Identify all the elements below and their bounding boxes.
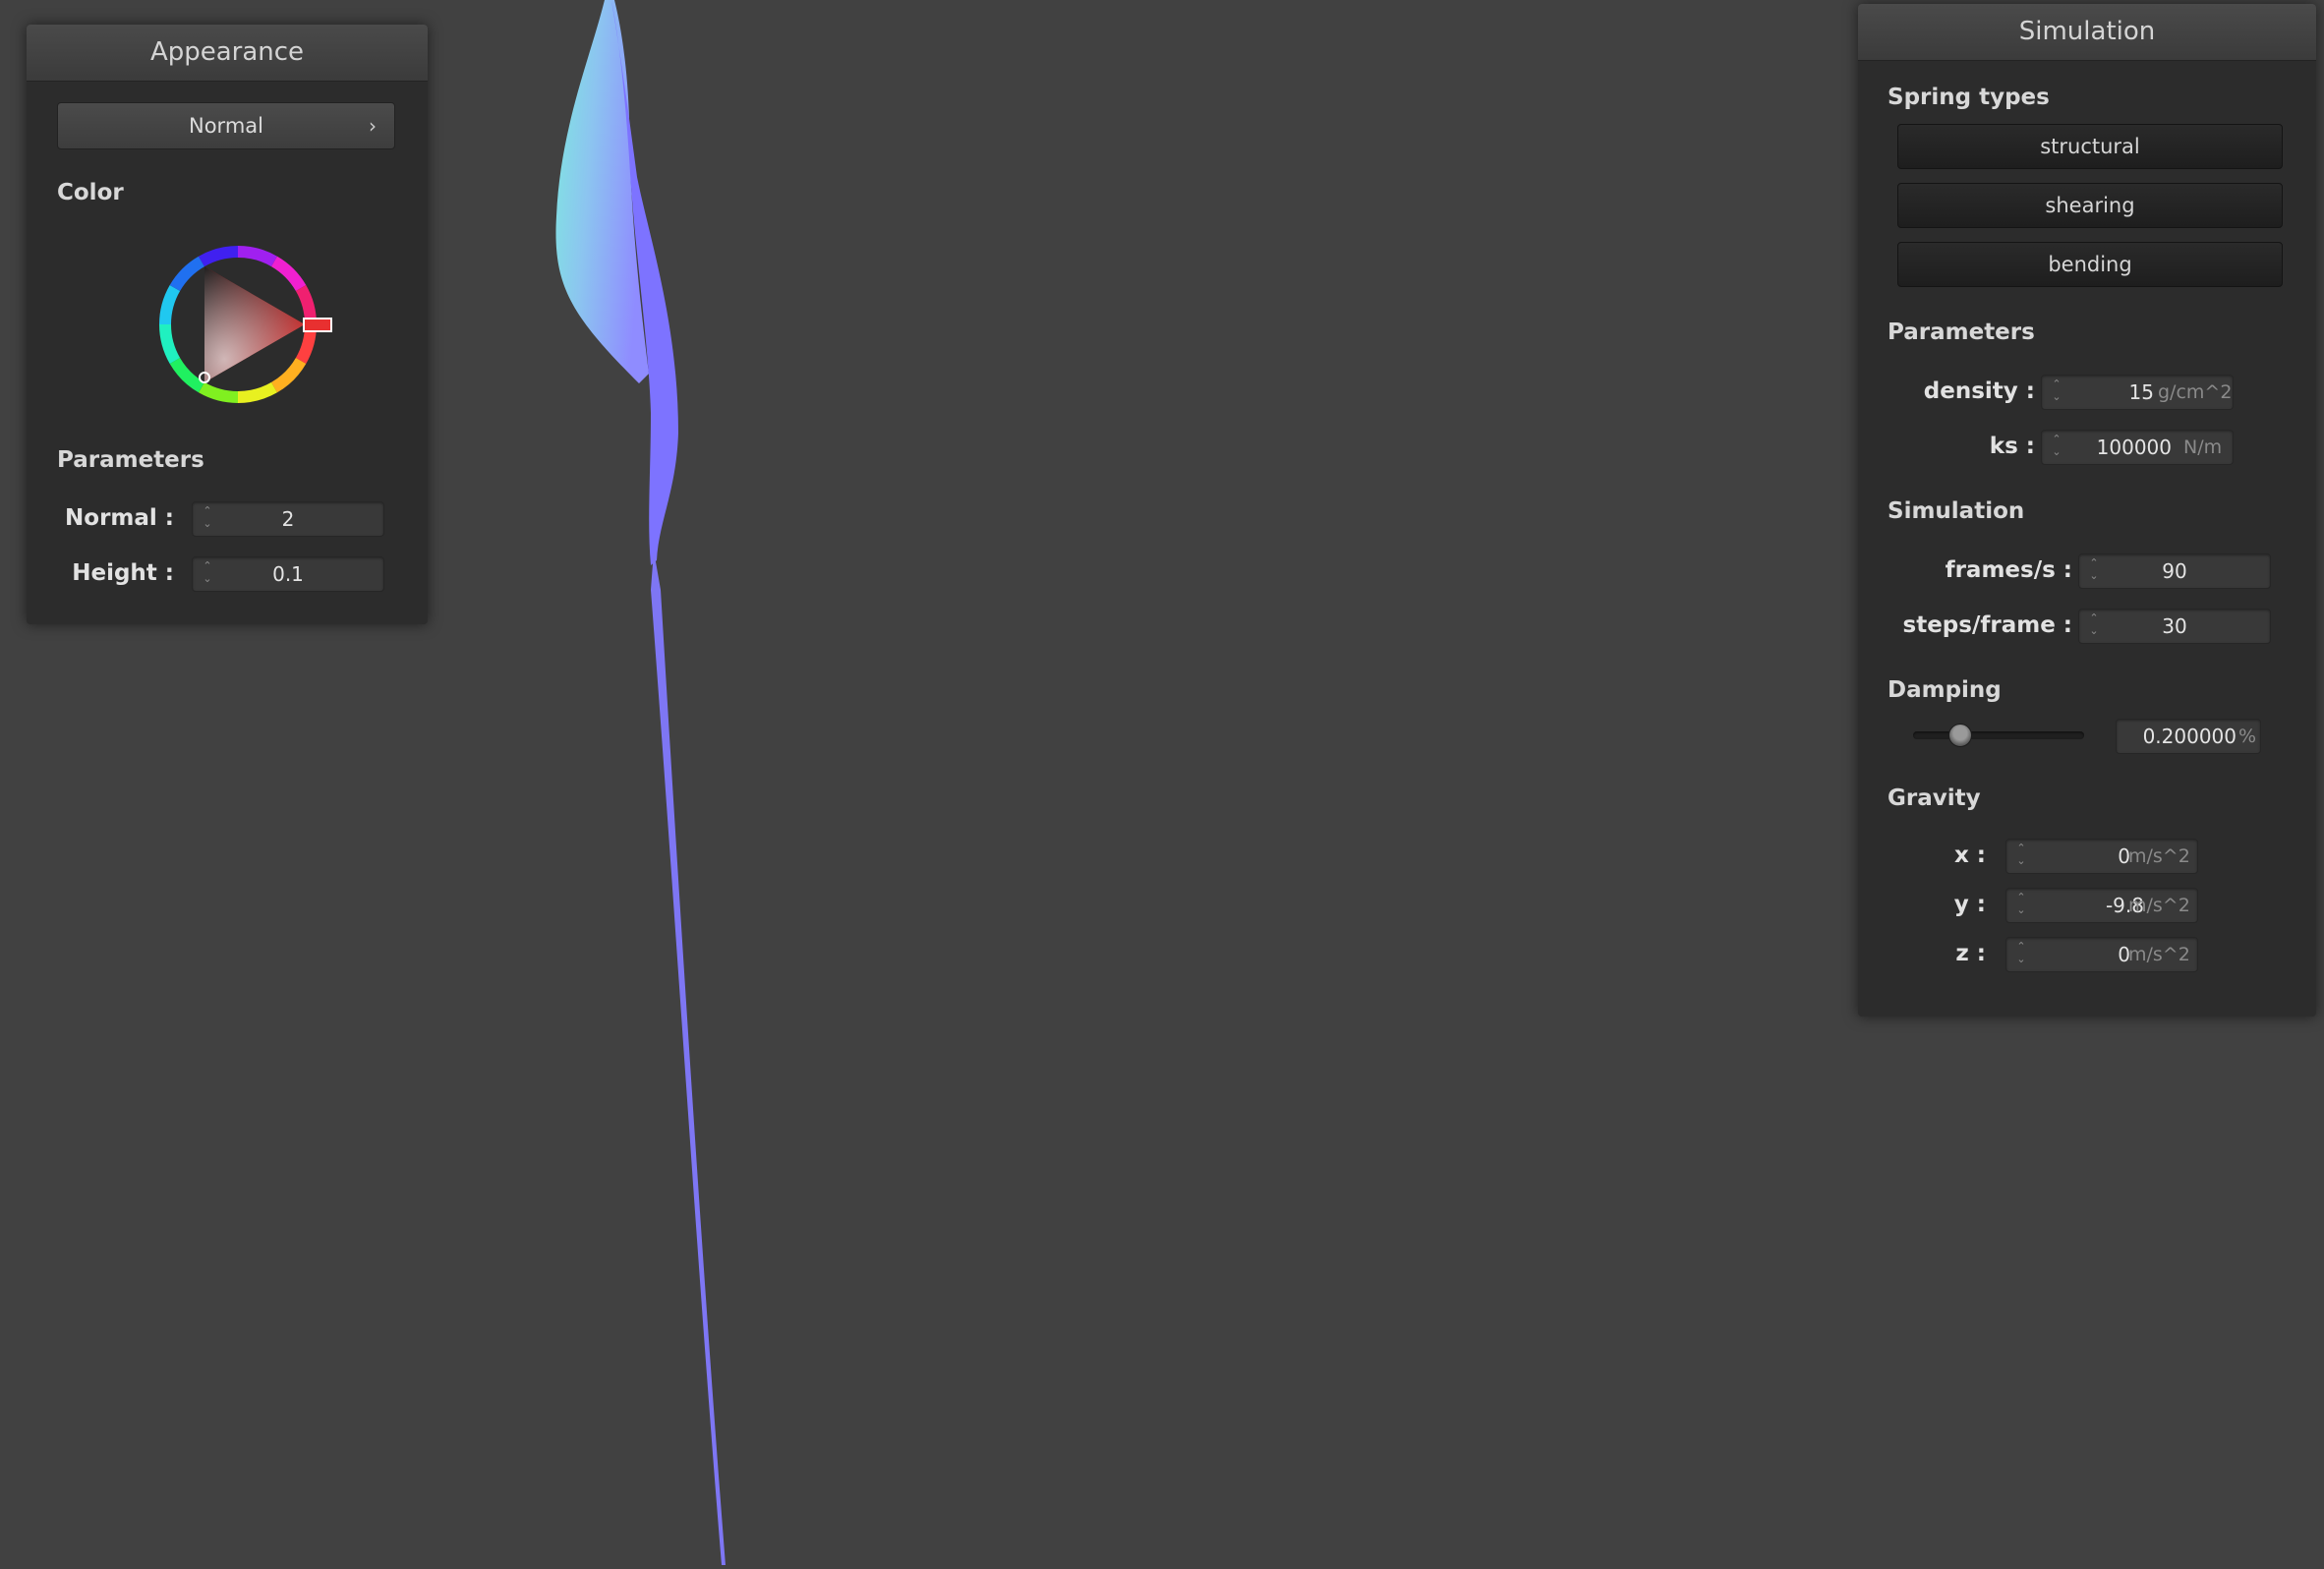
spin-arrows-icon[interactable]: ⌃ ⌄ — [201, 504, 214, 534]
density-spinbox[interactable]: ⌃ ⌄ 15 g/cm^2 — [2041, 375, 2234, 410]
appearance-title[interactable]: Appearance — [27, 25, 428, 82]
shader-select-label: Normal — [189, 114, 263, 138]
ks-unit: N/m — [2183, 436, 2223, 458]
density-unit: g/cm^2 — [2158, 381, 2233, 403]
gravity-x-value: 0 — [2118, 844, 2130, 868]
gravity-y-label: y : — [1953, 892, 1986, 917]
color-triangle — [204, 266, 305, 382]
chevron-right-icon: › — [369, 114, 377, 138]
sim-parameters-label: Parameters — [1888, 320, 2035, 345]
steps-label: steps/frame : — [1902, 612, 2072, 638]
damping-value: 0.200000 — [2142, 725, 2237, 748]
spin-arrows-icon[interactable]: ⌃ ⌄ — [2014, 842, 2028, 871]
gravity-z-unit: m/s^2 — [2128, 944, 2190, 965]
spin-arrows-icon[interactable]: ⌃ ⌄ — [2014, 940, 2028, 969]
spin-arrows-icon[interactable]: ⌃ ⌄ — [2087, 611, 2101, 641]
shader-select-button[interactable]: Normal › — [57, 102, 395, 149]
damping-field[interactable]: 0.200000 % — [2116, 719, 2261, 754]
gravity-x-label: x : — [1953, 843, 1986, 868]
spin-arrows-icon[interactable]: ⌃ ⌄ — [201, 559, 214, 589]
normal-spinbox[interactable]: ⌃ ⌄ 2 — [192, 501, 384, 537]
appearance-panel: Appearance Normal › Color Parameters Nor… — [27, 25, 428, 624]
spin-arrows-icon[interactable]: ⌃ ⌄ — [2087, 556, 2101, 586]
ks-spinbox[interactable]: ⌃ ⌄ 100000 N/m — [2041, 430, 2234, 465]
height-spinbox[interactable]: ⌃ ⌄ 0.1 — [192, 556, 384, 592]
steps-value: 30 — [2162, 614, 2187, 638]
structural-button[interactable]: structural — [1897, 124, 2283, 169]
damping-unit: % — [2238, 726, 2257, 747]
gravity-z-label: z : — [1955, 941, 1986, 966]
damping-slider-track[interactable] — [1913, 731, 2084, 739]
spin-arrows-icon[interactable]: ⌃ ⌄ — [2050, 378, 2063, 407]
gravity-z-value: 0 — [2118, 943, 2130, 966]
ks-value: 100000 — [2096, 436, 2172, 459]
shearing-button[interactable]: shearing — [1897, 183, 2283, 228]
color-wheel[interactable] — [140, 226, 336, 423]
height-label: Height : — [72, 560, 174, 586]
fps-spinbox[interactable]: ⌃ ⌄ 90 — [2078, 553, 2271, 589]
gravity-x-unit: m/s^2 — [2128, 845, 2190, 867]
simulation-section-label: Simulation — [1888, 498, 2025, 524]
damping-slider-knob[interactable] — [1947, 724, 1972, 747]
density-label: density : — [1923, 378, 2035, 404]
fps-value: 90 — [2162, 559, 2187, 583]
hue-marker — [303, 318, 332, 332]
ks-label: ks : — [1989, 434, 2035, 459]
normal-value: 2 — [281, 507, 295, 531]
normal-label: Normal : — [65, 505, 174, 531]
gravity-z-spinbox[interactable]: ⌃ ⌄ 0 m/s^2 — [2005, 937, 2198, 972]
gravity-label: Gravity — [1888, 785, 1981, 811]
color-section-label: Color — [57, 180, 124, 205]
simulation-title[interactable]: Simulation — [1858, 4, 2316, 61]
bending-button[interactable]: bending — [1897, 242, 2283, 287]
spin-arrows-icon[interactable]: ⌃ ⌄ — [2014, 891, 2028, 920]
appearance-parameters-label: Parameters — [57, 447, 204, 473]
gravity-x-spinbox[interactable]: ⌃ ⌄ 0 m/s^2 — [2005, 839, 2198, 874]
density-value: 15 — [2128, 380, 2154, 404]
fps-label: frames/s : — [1945, 557, 2072, 583]
gravity-y-spinbox[interactable]: ⌃ ⌄ -9.8 m/s^2 — [2005, 888, 2198, 923]
simulation-panel: Simulation Spring types structural shear… — [1858, 4, 2316, 1017]
gravity-y-unit: m/s^2 — [2128, 895, 2190, 916]
damping-label: Damping — [1888, 677, 2002, 703]
steps-spinbox[interactable]: ⌃ ⌄ 30 — [2078, 609, 2271, 644]
spin-arrows-icon[interactable]: ⌃ ⌄ — [2050, 433, 2063, 462]
spring-types-label: Spring types — [1888, 85, 2050, 110]
height-value: 0.1 — [272, 562, 304, 586]
